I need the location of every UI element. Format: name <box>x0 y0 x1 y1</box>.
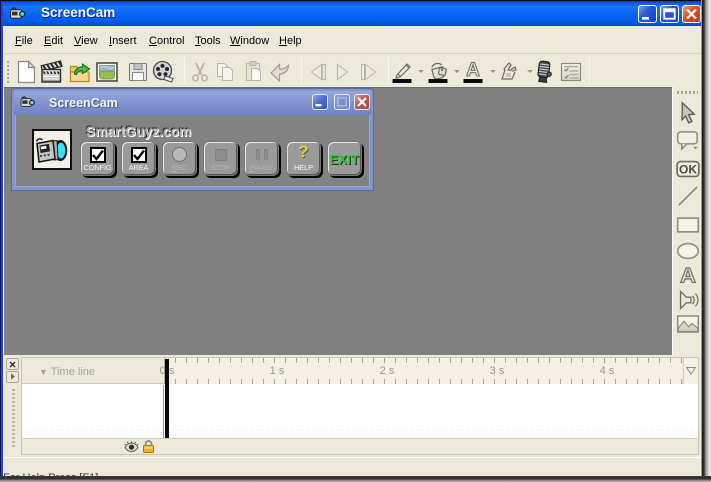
svg-text:A: A <box>680 263 696 287</box>
svg-text:OK: OK <box>679 163 697 177</box>
svg-text:A: A <box>466 60 480 81</box>
